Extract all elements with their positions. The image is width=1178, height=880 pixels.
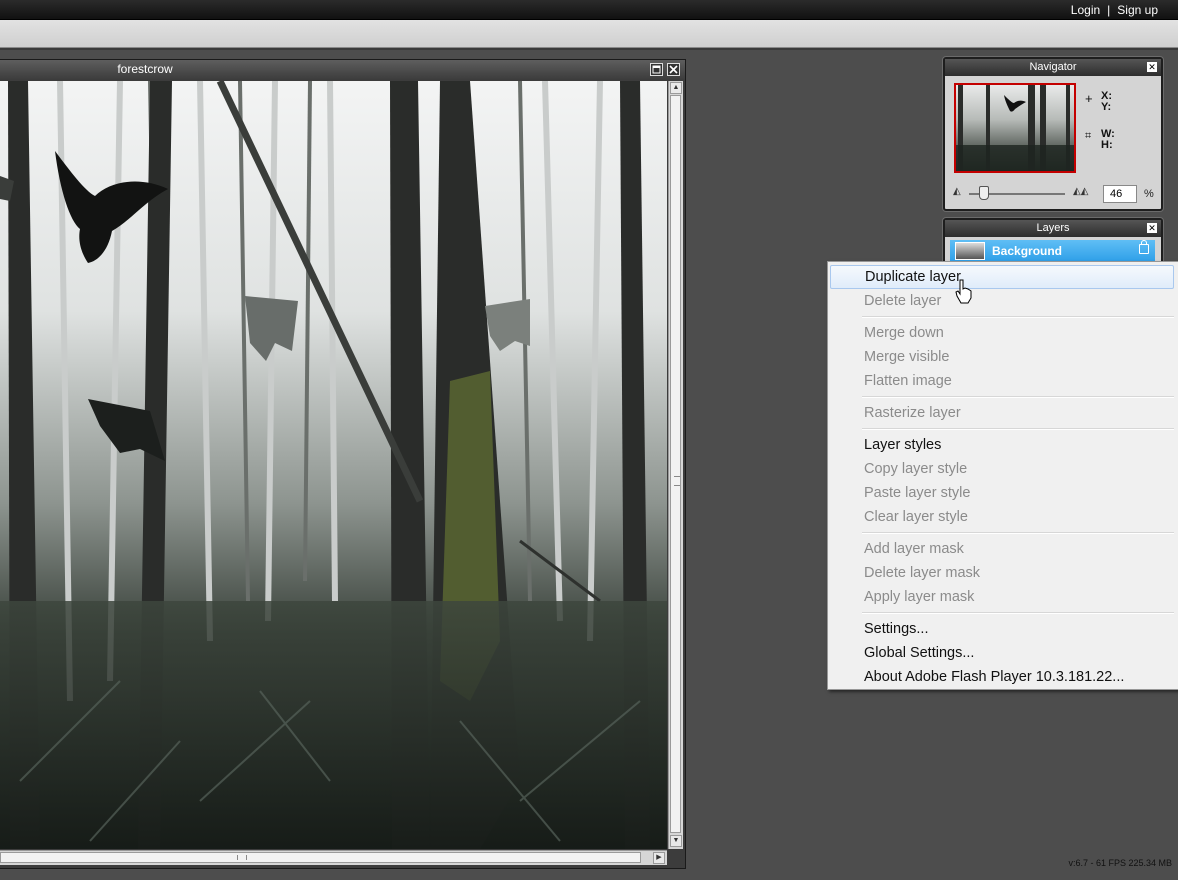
- scroll-right-icon[interactable]: ▶: [653, 852, 665, 864]
- layer-thumbnail: [955, 242, 985, 260]
- document-title: forestcrow: [117, 62, 173, 76]
- menu-separator: [862, 396, 1174, 398]
- menu-item-about-adobe-flash-player-10-3-181-22[interactable]: About Adobe Flash Player 10.3.181.22...: [830, 665, 1174, 689]
- grip-icon: [674, 476, 680, 486]
- navigator-thumbnail[interactable]: [954, 83, 1076, 173]
- selection-icon: ⌗: [1085, 130, 1092, 142]
- menu-separator: [862, 532, 1174, 534]
- login-link[interactable]: Login: [1071, 3, 1100, 17]
- scroll-down-icon[interactable]: ▼: [670, 835, 682, 847]
- thumbnail-image: [956, 85, 1074, 171]
- lock-icon: [1139, 240, 1149, 254]
- menu-item-add-layer-mask: Add layer mask: [864, 541, 964, 557]
- context-menu: Duplicate layer Delete layer Merge down Mer…: [827, 261, 1178, 690]
- horizontal-scrollbar[interactable]: ▶: [0, 850, 667, 865]
- grip-icon: [237, 855, 247, 860]
- zoom-out-icon[interactable]: ◭: [953, 186, 961, 197]
- menu-item-apply-layer-mask: Apply layer mask: [864, 589, 975, 605]
- navigator-titlebar[interactable]: Navigator ✕: [945, 59, 1161, 76]
- zoom-slider-handle[interactable]: [979, 186, 989, 200]
- menu-item-merge-down: Merge down: [864, 325, 944, 341]
- zoom-unit: %: [1144, 188, 1154, 200]
- close-icon[interactable]: ✕: [1147, 62, 1157, 72]
- layer-name: Background: [992, 244, 1063, 258]
- zoom-input[interactable]: 46: [1103, 185, 1137, 203]
- menu-separator: [862, 316, 1174, 318]
- layers-title: Layers: [1036, 222, 1070, 234]
- menu-item-copy-layer-style: Copy layer style: [864, 461, 968, 477]
- menu-item-delete-layer-mask: Delete layer mask: [864, 565, 981, 581]
- forest-photo: [0, 81, 667, 849]
- link-separator: |: [1107, 3, 1111, 17]
- document-titlebar[interactable]: forestcrow: [0, 60, 685, 79]
- signup-link[interactable]: Sign up: [1117, 3, 1158, 17]
- menu-separator: [862, 428, 1174, 430]
- y-label: Y:: [1101, 101, 1112, 113]
- document-window: forestcrow ▲ ▼ ▶: [0, 59, 686, 869]
- vertical-scrollbar[interactable]: ▲ ▼: [668, 81, 683, 849]
- scroll-up-icon[interactable]: ▲: [670, 82, 682, 94]
- menu-item-duplicate-layer[interactable]: Duplicate layer: [830, 265, 1174, 289]
- top-bar: Login | Sign up: [0, 0, 1178, 20]
- menu-item-clear-layer-style: Clear layer style: [864, 509, 968, 525]
- menu-item-merge-visible: Merge visible: [864, 349, 950, 365]
- menu-item-global-settings[interactable]: Global Settings...: [830, 641, 1174, 665]
- hand-cursor-icon: [955, 279, 972, 304]
- menu-item-layer-styles[interactable]: Layer styles: [830, 433, 1174, 457]
- zoom-controls: ◭ ◭◭ 46 %: [953, 184, 1154, 204]
- menu-separator: [862, 612, 1174, 614]
- navigator-panel: Navigator ✕ + X: Y: ⌗ W: H: ◭ ◭◭ 46 %: [943, 57, 1163, 211]
- menu-item-delete-layer: Delete layer: [864, 293, 942, 309]
- close-icon[interactable]: ✕: [1147, 223, 1157, 233]
- crosshair-icon: +: [1085, 91, 1093, 106]
- zoom-in-icon[interactable]: ◭◭: [1073, 186, 1088, 197]
- menu-item-rasterize-layer: Rasterize layer: [864, 405, 961, 421]
- menu-item-flatten-image: Flatten image: [864, 373, 952, 389]
- menu-item-settings[interactable]: Settings...: [830, 617, 1174, 641]
- account-links: Login | Sign up: [1071, 3, 1158, 17]
- layers-titlebar[interactable]: Layers ✕: [945, 220, 1161, 237]
- close-icon[interactable]: [667, 63, 680, 76]
- h-label: H:: [1101, 139, 1113, 151]
- navigator-title: Navigator: [1029, 61, 1077, 73]
- layer-row-background[interactable]: Background: [950, 240, 1155, 262]
- menu-bar: [0, 20, 1178, 48]
- maximize-icon[interactable]: [650, 63, 663, 76]
- vertical-scroll-thumb[interactable]: [670, 95, 681, 833]
- status-bar: v:6.7 - 61 FPS 225.34 MB: [1068, 858, 1172, 868]
- horizontal-scroll-thumb[interactable]: [0, 852, 641, 863]
- menu-item-paste-layer-style: Paste layer style: [864, 485, 971, 501]
- menu-bar-divider: [0, 48, 1178, 50]
- image-canvas[interactable]: [0, 81, 667, 849]
